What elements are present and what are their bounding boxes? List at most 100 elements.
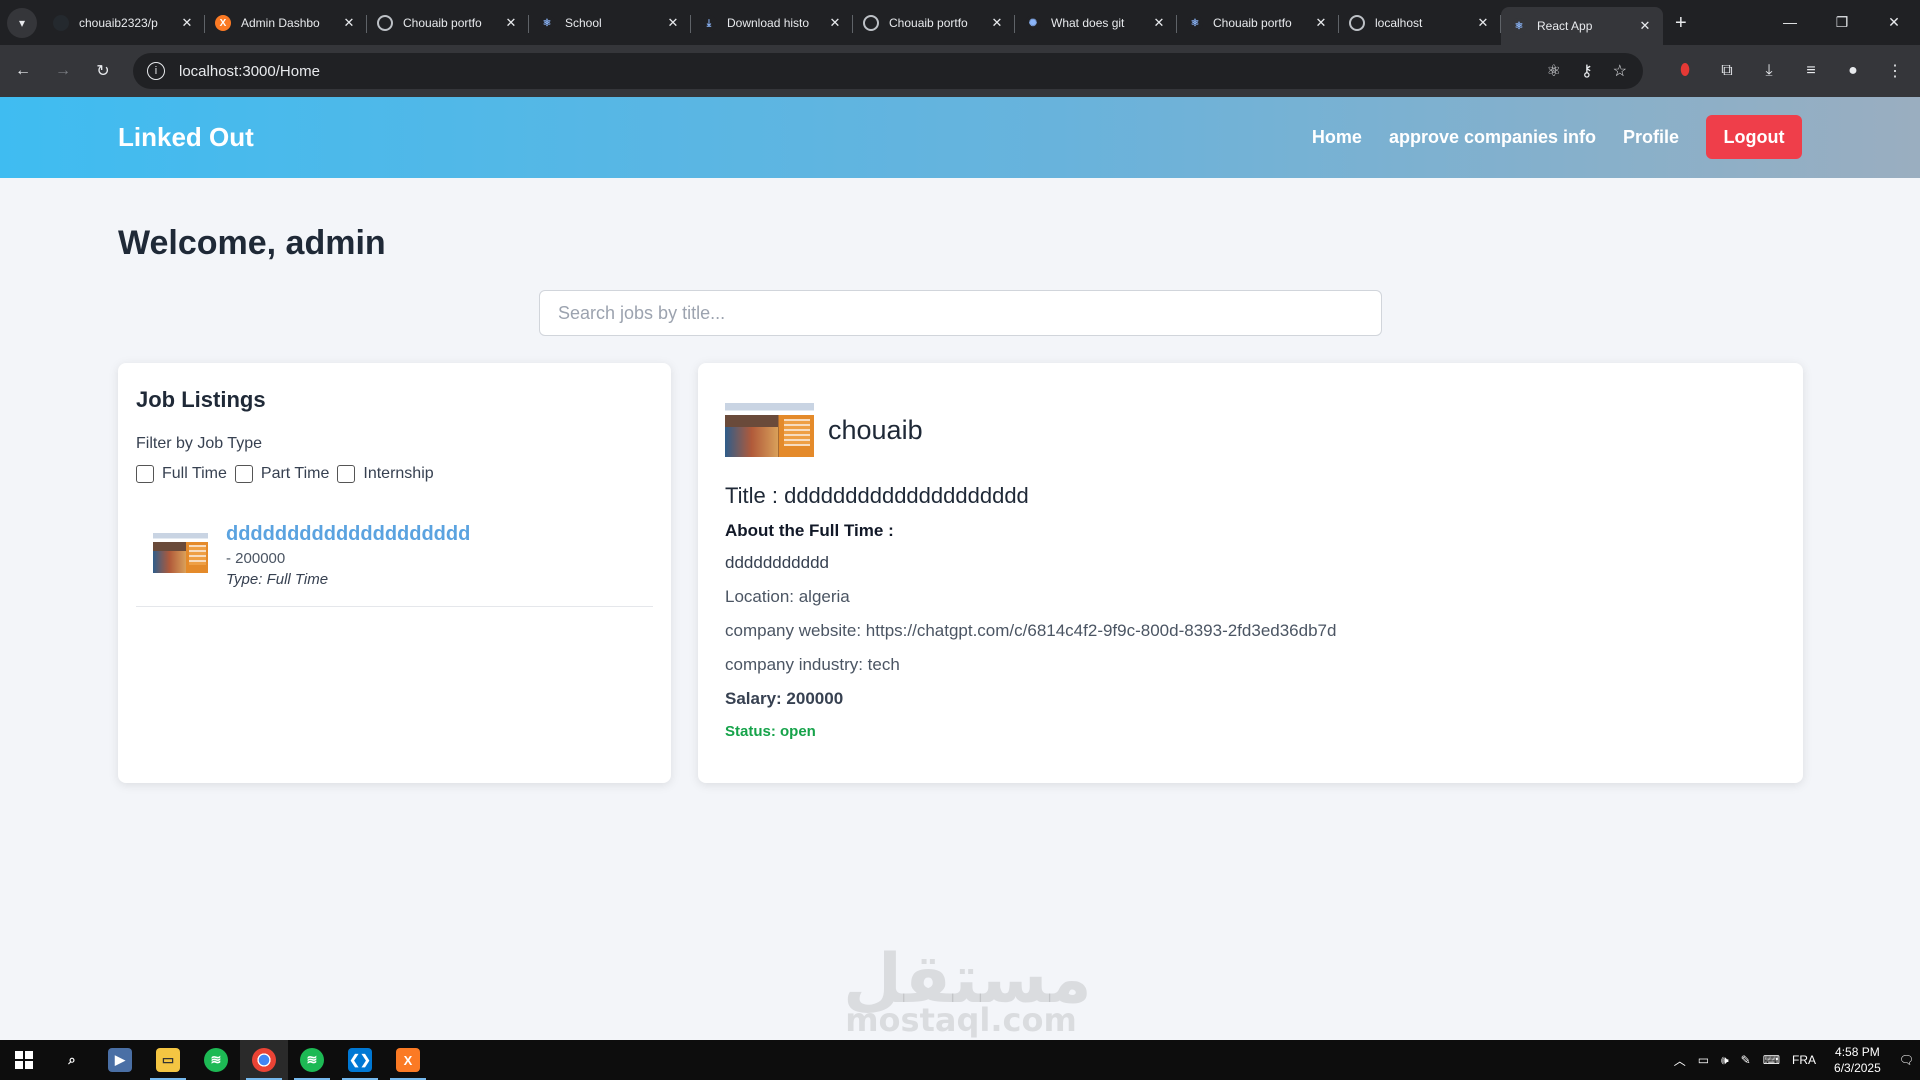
browser-tab[interactable]: localhost ✕ — [1339, 5, 1501, 41]
brand-logo-text[interactable]: Linked Out — [118, 122, 254, 153]
tab-title: localhost — [1375, 16, 1423, 30]
extension-red-icon[interactable]: ⬮ — [1668, 54, 1702, 88]
close-window-button[interactable]: ✕ — [1868, 0, 1920, 44]
tab-title: School — [565, 16, 602, 30]
react-icon: ⚛ — [1187, 15, 1203, 31]
taskbar-app-explorer[interactable]: ▭ — [144, 1040, 192, 1080]
nav-home-link[interactable]: Home — [1312, 127, 1362, 148]
new-tab-button[interactable]: + — [1675, 12, 1687, 35]
filter-internship[interactable]: Internship — [337, 465, 434, 483]
taskbar-app-media[interactable]: ▶ — [96, 1040, 144, 1080]
pen-icon[interactable]: ✎ — [1741, 1053, 1751, 1067]
media-controls-icon[interactable]: ≡ — [1794, 54, 1828, 88]
browser-tab[interactable]: chouaib2323/p ✕ — [43, 5, 205, 41]
watermark: مستقل mostaql.com — [843, 945, 1092, 1040]
globe-icon — [1349, 15, 1365, 31]
browser-tab[interactable]: ⚛ React App ✕ — [1501, 7, 1663, 45]
nav-approve-companies-link[interactable]: approve companies info — [1389, 127, 1596, 148]
checkbox[interactable] — [234, 465, 253, 483]
address-url[interactable]: localhost:3000/Home — [179, 63, 320, 80]
react-devtools-icon[interactable]: ⚛ — [1547, 61, 1561, 81]
tab-title: Chouaib portfo — [1213, 16, 1292, 30]
chatgpt-icon: ✺ — [1025, 15, 1041, 31]
language-indicator[interactable]: FRA — [1792, 1053, 1816, 1067]
tab-close-icon[interactable]: ✕ — [665, 15, 681, 31]
tray-overflow-icon[interactable]: ︿ — [1674, 1052, 1686, 1069]
back-button[interactable]: ← — [6, 54, 40, 88]
start-button[interactable] — [0, 1040, 48, 1080]
media-player-icon: ▶ — [108, 1048, 132, 1072]
taskbar-app-spotify-2[interactable]: ≋ — [288, 1040, 336, 1080]
tab-close-icon[interactable]: ✕ — [989, 15, 1005, 31]
taskbar-app-xampp[interactable]: X — [384, 1040, 432, 1080]
app-navbar: Linked Out Home approve companies info P… — [0, 97, 1920, 178]
job-description: ddddddddddd — [725, 553, 830, 572]
job-about-heading: About the Full Time : — [725, 521, 894, 540]
clock[interactable]: 4:58 PM 6/3/2025 — [1834, 1044, 1881, 1076]
checkbox[interactable] — [337, 465, 356, 483]
job-detail-card: chouaib Title : dddddddddddddddddddd Abo… — [698, 363, 1803, 783]
job-listings-card: Job Listings Filter by Job Type Full Tim… — [118, 363, 671, 783]
taskbar-app-chrome[interactable] — [240, 1040, 288, 1080]
windows-taskbar: ⌕ ▶ ▭ ≋ ≋ ❮❯ X ︿ ▭ 🕪 ✎ ⌨ FRA 4:58 PM 6/3… — [0, 1040, 1920, 1080]
tab-close-icon[interactable]: ✕ — [341, 15, 357, 31]
tab-close-icon[interactable]: ✕ — [1637, 18, 1653, 34]
browser-tab[interactable]: ⚛ School ✕ — [529, 5, 691, 41]
restore-button[interactable]: ❐ — [1816, 0, 1868, 44]
browser-tab[interactable]: Chouaib portfo ✕ — [853, 5, 1015, 41]
job-status-badge: Status: open — [725, 723, 816, 740]
password-key-icon[interactable]: ⚷ — [1581, 61, 1593, 81]
spotify-icon: ≋ — [300, 1048, 324, 1072]
company-logo-image — [725, 403, 814, 457]
filter-part-time[interactable]: Part Time — [234, 465, 329, 483]
tab-close-icon[interactable]: ✕ — [827, 15, 843, 31]
tab-close-icon[interactable]: ✕ — [1475, 15, 1491, 31]
company-name: chouaib — [828, 414, 923, 445]
nav-profile-link[interactable]: Profile — [1623, 127, 1679, 148]
download-icon: ⤓ — [701, 15, 717, 31]
browser-tab[interactable]: ✺ What does git ✕ — [1015, 5, 1177, 41]
job-list-item[interactable]: dddddddddddddddddddd - 200000 Type: Full… — [136, 523, 653, 607]
browser-tab[interactable]: X Admin Dashbo ✕ — [205, 5, 367, 41]
job-detail-salary: Salary: 200000 — [725, 689, 844, 708]
downloads-icon[interactable]: ⤓ — [1752, 54, 1786, 88]
job-search-input[interactable] — [539, 290, 1382, 336]
network-icon[interactable]: ▭ — [1698, 1053, 1709, 1067]
checkbox[interactable] — [136, 465, 154, 483]
system-tray: ︿ ▭ 🕪 ✎ ⌨ FRA 4:58 PM 6/3/2025 🗨 — [1668, 1040, 1920, 1080]
xampp-icon: X — [396, 1048, 420, 1072]
site-info-icon[interactable]: i — [147, 62, 165, 80]
forward-button[interactable]: → — [46, 54, 80, 88]
taskbar-app-spotify[interactable]: ≋ — [192, 1040, 240, 1080]
minimize-button[interactable]: — — [1764, 0, 1816, 44]
address-bar[interactable]: i localhost:3000/Home ⚛ ⚷ ☆ — [133, 53, 1643, 89]
browser-toolbar: ← → ↻ i localhost:3000/Home ⚛ ⚷ ☆ ⬮ ⧉ ⤓ … — [0, 45, 1920, 97]
filter-label: Filter by Job Type — [136, 435, 262, 452]
reload-button[interactable]: ↻ — [86, 54, 120, 88]
browser-menu-icon[interactable]: ⋮ — [1878, 54, 1912, 88]
job-title-link[interactable]: dddddddddddddddddddd — [226, 523, 470, 546]
tab-close-icon[interactable]: ✕ — [503, 15, 519, 31]
browser-tab[interactable]: Chouaib portfo ✕ — [367, 5, 529, 41]
bookmark-star-icon[interactable]: ☆ — [1613, 61, 1627, 81]
browser-tab[interactable]: ⤓ Download histo ✕ — [691, 5, 853, 41]
job-thumbnail-image — [153, 533, 208, 573]
taskbar-app-vscode[interactable]: ❮❯ — [336, 1040, 384, 1080]
taskbar-search-button[interactable]: ⌕ — [48, 1040, 96, 1080]
tab-search-button[interactable]: ▾ — [7, 8, 37, 38]
tab-title: React App — [1537, 19, 1593, 33]
keyboard-icon[interactable]: ⌨ — [1763, 1053, 1780, 1067]
filter-full-time[interactable]: Full Time — [136, 465, 227, 483]
nav-links: Home approve companies info Profile Logo… — [1285, 115, 1802, 159]
window-controls: — ❐ ✕ — [1764, 0, 1920, 44]
tab-close-icon[interactable]: ✕ — [1313, 15, 1329, 31]
tab-title: chouaib2323/p — [79, 16, 158, 30]
logout-button[interactable]: Logout — [1706, 115, 1802, 159]
notifications-icon[interactable]: 🗨 — [1899, 1053, 1914, 1067]
extensions-puzzle-icon[interactable]: ⧉ — [1710, 54, 1744, 88]
profile-avatar-icon[interactable]: ● — [1836, 54, 1870, 88]
volume-icon[interactable]: 🕪 — [1721, 1053, 1729, 1068]
tab-close-icon[interactable]: ✕ — [179, 15, 195, 31]
browser-tab[interactable]: ⚛ Chouaib portfo ✕ — [1177, 5, 1339, 41]
tab-close-icon[interactable]: ✕ — [1151, 15, 1167, 31]
